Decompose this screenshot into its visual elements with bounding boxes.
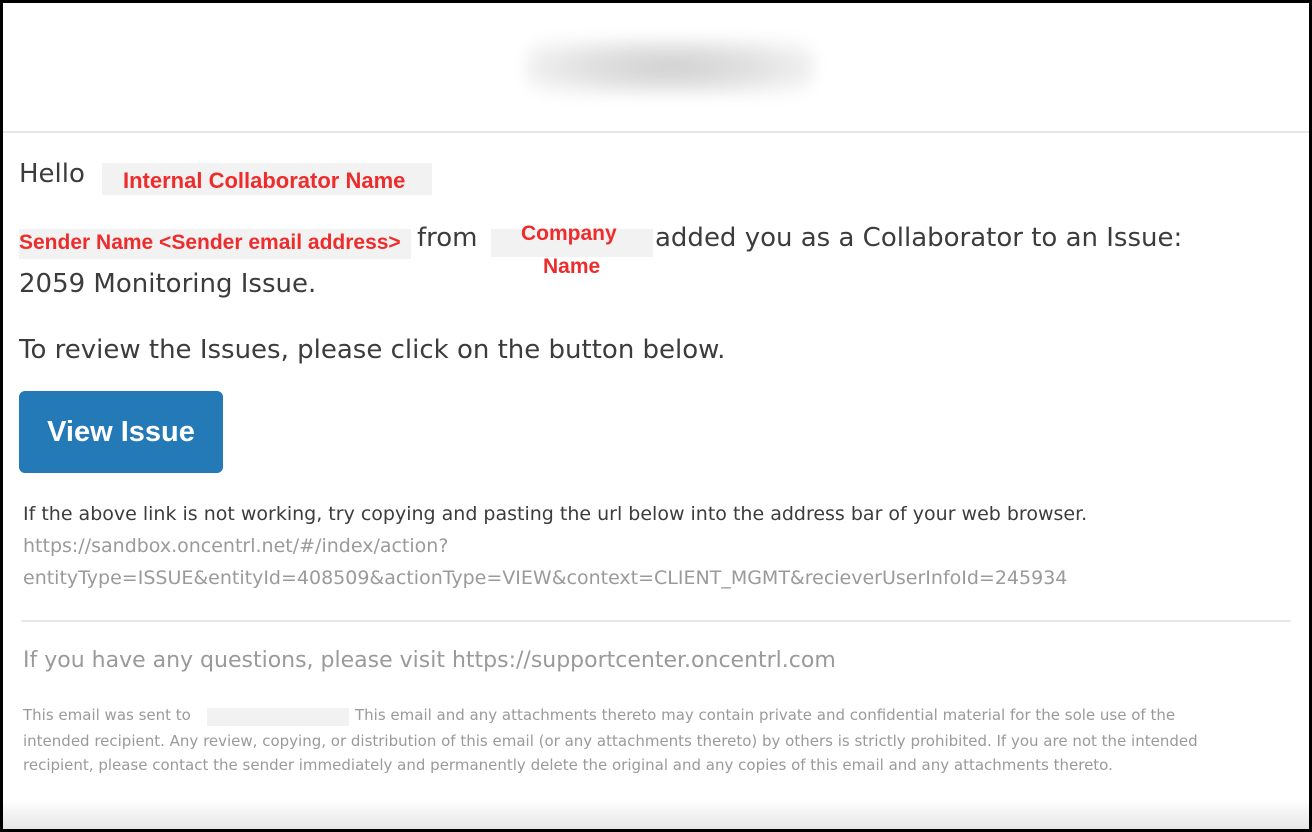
greeting-hello: Hello bbox=[19, 159, 85, 189]
email-header bbox=[3, 3, 1309, 133]
legal-line1: This email and any attachments thereto m… bbox=[355, 706, 1176, 724]
legal-sent-to: This email was sent to bbox=[23, 706, 191, 724]
issue-name: 2059 Monitoring Issue. bbox=[19, 269, 317, 299]
redacted-email-address bbox=[207, 708, 349, 726]
sender-annotation: Sender Name <Sender email address> bbox=[19, 231, 401, 254]
company-annotation-line2: Name bbox=[543, 255, 601, 278]
recipient-name-annotation: Internal Collaborator Name bbox=[123, 168, 406, 193]
legal-line2: intended recipient. Any review, copying,… bbox=[23, 732, 1198, 750]
legal-line3: recipient, please contact the sender imm… bbox=[23, 756, 1113, 774]
support-text: If you have any questions, please visit … bbox=[23, 648, 836, 673]
blurred-logo bbox=[526, 39, 814, 95]
review-instruction: To review the Issues, please click on th… bbox=[19, 335, 726, 365]
fallback-url-line1[interactable]: https://sandbox.oncentrl.net/#/index/act… bbox=[23, 535, 448, 557]
company-annotation-line1: Company bbox=[521, 222, 617, 245]
added-collaborator-text: added you as a Collaborator to an Issue: bbox=[655, 223, 1183, 253]
footer-bar bbox=[3, 799, 1309, 829]
view-issue-button[interactable]: View Issue bbox=[19, 391, 223, 473]
fallback-url-line2[interactable]: entityType=ISSUE&entityId=408509&actionT… bbox=[23, 567, 1067, 589]
fallback-note: If the above link is not working, try co… bbox=[23, 503, 1088, 525]
from-text: from bbox=[417, 223, 478, 253]
email-window: Hello Internal Collaborator Name Sender … bbox=[0, 0, 1312, 832]
divider bbox=[21, 620, 1291, 622]
